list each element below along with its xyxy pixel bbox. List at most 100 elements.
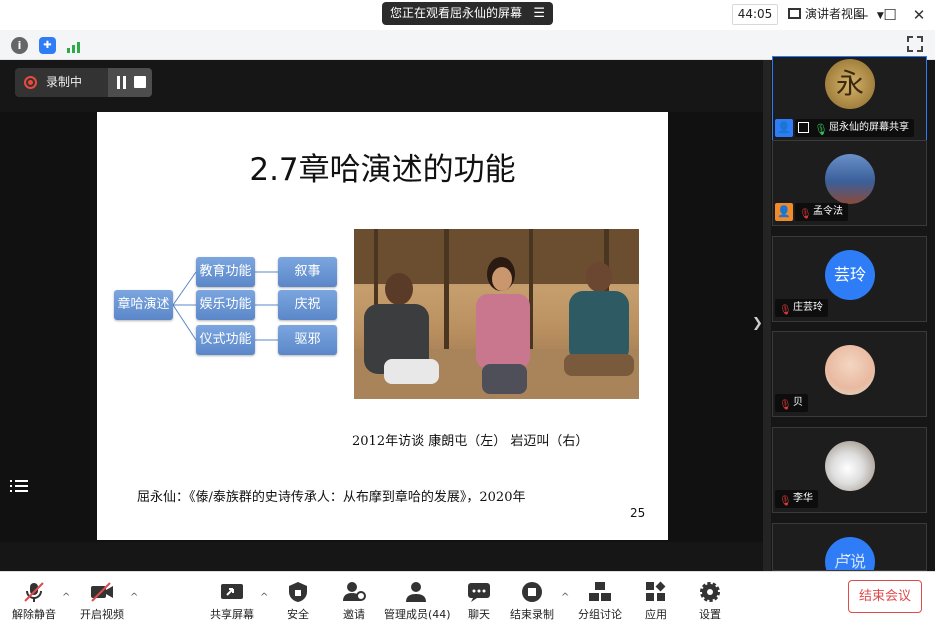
participant-tile[interactable]: 永 👤 🎙 屈永仙的屏幕共享	[772, 56, 927, 142]
recording-label: 录制中	[46, 75, 83, 89]
chevron-up-icon[interactable]: ^	[561, 592, 569, 603]
participant-name: 孟令法	[813, 206, 843, 217]
diagram-root-node: 章哈演述	[114, 290, 173, 320]
apps-icon	[646, 581, 666, 601]
diagram-result-node: 驱邪	[278, 325, 337, 355]
signal-icon[interactable]	[66, 38, 84, 53]
participant-tile[interactable]: 🎙 贝	[772, 331, 927, 417]
view-mode-icon	[788, 8, 801, 19]
end-meeting-button[interactable]: 结束会议	[848, 580, 922, 613]
settings-button[interactable]: 设置	[694, 572, 726, 622]
avatar-text: 永	[835, 67, 864, 100]
interview-photo	[354, 229, 639, 399]
chevron-up-icon[interactable]: ^	[260, 592, 268, 603]
breakout-button[interactable]: 分组讨论	[576, 572, 624, 622]
participant-tile[interactable]: 芸玲 🎙 庄芸玲	[772, 236, 927, 322]
diagram-result-node: 叙事	[278, 257, 337, 287]
chat-label: 聊天	[468, 608, 490, 621]
mic-muted-icon: 🎙	[779, 400, 792, 411]
share-screen-icon	[221, 584, 243, 599]
participant-name: 李华	[793, 493, 813, 504]
chat-icon	[468, 583, 490, 602]
settings-label: 设置	[699, 608, 721, 621]
gear-icon	[700, 582, 720, 602]
presentation-slide: 2.7章哈演述的功能 章哈演述 教育功能 娱乐功能 仪式功能 叙事 庆祝 驱邪	[97, 112, 668, 540]
stop-record-icon	[522, 582, 542, 602]
participant-tile[interactable]: 👤 🎙 孟令法	[772, 140, 927, 226]
end-recording-label: 结束录制	[510, 608, 554, 621]
shield-icon	[289, 582, 307, 602]
share-banner-text: 您正在观看屈永仙的屏幕	[390, 6, 523, 20]
diagram-function-node: 仪式功能	[196, 325, 255, 355]
diagram-result-node: 庆祝	[278, 290, 337, 320]
apps-label: 应用	[645, 608, 667, 621]
recording-indicator: 录制中	[15, 68, 152, 97]
fullscreen-icon[interactable]	[907, 36, 923, 52]
breakout-label: 分组讨论	[578, 608, 622, 621]
start-video-button[interactable]: 开启视频	[78, 572, 126, 622]
invite-label: 邀请	[343, 608, 365, 621]
apps-button[interactable]: 应用	[640, 572, 672, 622]
mic-muted-icon: 🎙	[779, 305, 792, 316]
host-icon: 👤	[775, 203, 793, 221]
screen-share-icon	[798, 122, 809, 133]
avatar-text: 芸玲	[833, 265, 866, 284]
manage-members-label: 管理成员(44)	[384, 608, 451, 621]
pause-icon[interactable]	[117, 76, 126, 89]
participant-name: 屈永仙的屏幕共享	[829, 122, 909, 133]
participant-name-label: 🎙 李华	[775, 490, 818, 508]
close-icon[interactable]: ✕	[908, 4, 930, 26]
slide-page-number: 25	[630, 506, 646, 520]
share-screen-button[interactable]: 共享屏幕	[208, 572, 256, 622]
unmute-label: 解除静音	[12, 608, 56, 621]
share-screen-label: 共享屏幕	[210, 608, 254, 621]
stop-icon[interactable]	[134, 76, 146, 88]
chevron-up-icon[interactable]: ^	[62, 592, 70, 603]
video-off-icon	[91, 582, 113, 602]
chat-button[interactable]: 聊天	[462, 572, 496, 622]
end-recording-button[interactable]: 结束录制	[508, 572, 556, 622]
participant-name-label: 🎙 孟令法	[795, 203, 848, 221]
avatar: 永	[825, 59, 875, 109]
shield-icon[interactable]: ✚	[39, 37, 56, 54]
slide-citation: 屈永仙：《傣/泰族群的史诗传承人：从布摩到章哈的发展》，2020年	[137, 490, 526, 505]
view-mode-select[interactable]: 演讲者视图 ▼	[788, 4, 896, 25]
diagram-function-node: 娱乐功能	[196, 290, 255, 320]
mic-muted-icon	[24, 582, 44, 602]
mic-muted-icon: 🎙	[799, 209, 812, 220]
menu-icon[interactable]: ☰	[533, 2, 545, 25]
members-icon	[406, 582, 426, 602]
meeting-timer: 44:05	[732, 4, 778, 25]
chevron-down-icon: ▼	[876, 11, 884, 21]
host-icon: 👤	[775, 119, 793, 137]
participant-name-label: 🎙 贝	[775, 394, 808, 412]
avatar: 芸玲	[825, 250, 875, 300]
mic-muted-icon: 🎙	[779, 496, 792, 507]
participant-name-label: 🎙 庄芸玲	[775, 299, 828, 317]
diagram-function-node: 教育功能	[196, 257, 255, 287]
start-video-label: 开启视频	[80, 608, 124, 621]
breakout-icon	[589, 582, 611, 601]
invite-icon	[343, 582, 366, 601]
info-icon[interactable]: i	[11, 37, 28, 54]
participant-tile[interactable]: 卢说 ⌄	[772, 523, 927, 571]
participant-tile[interactable]: 🎙 李华	[772, 427, 927, 513]
chevron-up-icon[interactable]: ^	[130, 592, 138, 603]
chevron-right-icon[interactable]: ❯	[752, 316, 763, 331]
participant-name: 庄芸玲	[793, 302, 823, 313]
unmute-button[interactable]: 解除静音	[10, 572, 58, 622]
mic-on-icon: 🎙	[814, 123, 828, 136]
view-mode-label: 演讲者视图	[805, 7, 866, 21]
participant-name: 贝	[793, 397, 803, 408]
share-banner[interactable]: 您正在观看屈永仙的屏幕 ☰	[382, 2, 553, 25]
avatar	[825, 441, 875, 491]
avatar	[825, 345, 875, 395]
list-icon[interactable]	[10, 477, 30, 495]
gallery-divider[interactable]	[763, 60, 771, 571]
manage-members-button[interactable]: 管理成员(44)	[384, 572, 451, 622]
participant-name-label: 🎙 屈永仙的屏幕共享	[795, 119, 914, 137]
security-button[interactable]: 安全	[280, 572, 316, 622]
record-icon	[24, 76, 37, 89]
invite-button[interactable]: 邀请	[336, 572, 372, 622]
chevron-down-icon[interactable]: ⌄	[843, 546, 853, 560]
